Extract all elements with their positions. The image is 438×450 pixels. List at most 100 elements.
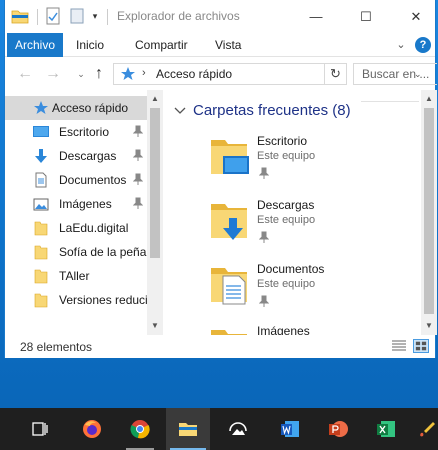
refresh-button[interactable]: ↻	[325, 63, 347, 85]
word-button[interactable]	[268, 408, 312, 450]
sidebar-item-escritorio[interactable]: Escritorio	[5, 120, 147, 144]
toolbar-divider	[37, 9, 38, 25]
sidebar-item-label: Imágenes	[59, 197, 112, 211]
sidebar-item-label: Versiones reduci	[59, 293, 148, 307]
sidebar-item-sofia-de-la-pena[interactable]: Sofía de la peña	[5, 240, 147, 264]
group-title: Carpetas frecuentes (8)	[193, 102, 351, 119]
tab-compartir[interactable]: Compartir	[129, 33, 194, 57]
back-button[interactable]: ←	[15, 64, 35, 84]
tile-name: Documentos	[257, 262, 325, 276]
file-explorer-button[interactable]	[166, 408, 210, 450]
search-input[interactable]: Buscar en ...	[353, 63, 437, 85]
item-count: 28 elementos	[20, 340, 93, 354]
sidebar-item-label: LaEdu.digital	[59, 221, 129, 235]
sidebar-item-acceso-rapido[interactable]: Acceso rápido	[5, 96, 147, 120]
sidebar-item-label: Escritorio	[59, 125, 110, 139]
chrome-icon	[130, 420, 150, 439]
breadcrumb-chevron[interactable]: ›	[142, 67, 146, 79]
window-title: Explorador de archivos	[117, 9, 240, 23]
word-icon	[281, 421, 299, 437]
expand-ribbon-icon[interactable]: ⌄	[393, 37, 409, 53]
task-view-button[interactable]	[18, 408, 62, 450]
forward-button[interactable]: →	[43, 64, 63, 84]
address-bar[interactable]: › Acceso rápido ⌄	[113, 63, 422, 85]
sidebar-item-versiones-reducidas[interactable]: Versiones reduci	[5, 288, 148, 312]
pin-icon[interactable]	[259, 231, 269, 243]
content-scrollbar[interactable]: ▲ ▼	[421, 90, 437, 335]
chevron-down-icon[interactable]	[173, 104, 187, 118]
navigation-pane-scrollbar[interactable]: ▲ ▼	[147, 90, 163, 335]
group-divider	[361, 101, 419, 102]
pictures-icon	[33, 198, 49, 211]
photos-button[interactable]	[216, 408, 260, 450]
sidebar-item-imagenes[interactable]: Imágenes	[5, 192, 147, 216]
new-folder-icon[interactable]	[69, 7, 85, 25]
firefox-button[interactable]	[70, 408, 114, 450]
excel-icon	[377, 421, 395, 437]
pictures-folder-icon	[211, 330, 247, 335]
details-view-icon[interactable]	[391, 339, 407, 353]
sidebar-item-descargas[interactable]: Descargas	[5, 144, 147, 168]
pin-icon[interactable]	[133, 197, 143, 209]
sidebar-item-taller[interactable]: TAller	[5, 264, 147, 288]
breadcrumb[interactable]: Acceso rápido	[156, 67, 232, 81]
pin-icon[interactable]	[133, 173, 143, 185]
folder-tile-descargas[interactable]: Descargas Este equipo	[205, 198, 405, 256]
star-icon	[34, 101, 48, 114]
help-icon[interactable]: ?	[415, 37, 431, 53]
scroll-up-arrow-icon[interactable]: ▲	[147, 92, 163, 106]
scrollbar-thumb[interactable]	[424, 108, 434, 314]
star-icon	[121, 67, 135, 80]
folder-icon	[34, 293, 48, 308]
sidebar-item-label: Sofía de la peña	[59, 245, 147, 259]
content-pane: Carpetas frecuentes (8) Escritorio Este …	[165, 90, 437, 335]
scroll-down-arrow-icon[interactable]: ▼	[147, 319, 163, 333]
pin-icon[interactable]	[133, 125, 143, 137]
scrollbar-thumb[interactable]	[150, 108, 160, 258]
tab-archivo[interactable]: Archivo	[7, 33, 64, 57]
excel-button[interactable]	[364, 408, 408, 450]
tile-location: Este equipo	[257, 214, 316, 226]
pin-icon[interactable]	[259, 167, 269, 179]
powerpoint-button[interactable]	[316, 408, 360, 450]
scroll-up-arrow-icon[interactable]: ▲	[421, 92, 437, 106]
tab-vista[interactable]: Vista	[209, 33, 247, 57]
sidebar-item-label: TAller	[59, 269, 90, 283]
toolbar-divider	[107, 9, 108, 25]
powerpoint-icon	[329, 421, 348, 437]
tile-name: Escritorio	[257, 134, 308, 148]
paint-button[interactable]	[414, 408, 438, 450]
folder-tile-imagenes[interactable]: Imágenes	[205, 324, 405, 335]
title-bar: ▾ Explorador de archivos — ☐ ✕	[5, 0, 435, 33]
folder-tile-escritorio[interactable]: Escritorio Este equipo	[205, 134, 405, 192]
folder-tile-documentos[interactable]: Documentos Este equipo	[205, 262, 405, 320]
up-button[interactable]: ↑	[89, 64, 109, 84]
documents-icon	[35, 172, 47, 188]
minimize-button[interactable]: —	[293, 0, 339, 33]
tab-inicio[interactable]: Inicio	[70, 33, 110, 57]
desktop-folder-icon	[211, 140, 249, 174]
desktop-icon	[33, 126, 49, 137]
taskbar	[0, 408, 438, 450]
close-button[interactable]: ✕	[393, 0, 438, 33]
properties-icon[interactable]	[45, 7, 61, 25]
scroll-down-arrow-icon[interactable]: ▼	[421, 319, 437, 333]
pin-icon[interactable]	[133, 149, 143, 161]
tiles-view-icon[interactable]	[413, 339, 429, 353]
navigation-pane: Acceso rápido Escritorio Descargas Docum…	[5, 90, 163, 335]
documents-folder-icon	[211, 268, 247, 305]
paint-icon	[420, 422, 435, 437]
maximize-button[interactable]: ☐	[343, 0, 389, 33]
ribbon: Archivo Inicio Compartir Vista ⌄ ?	[5, 33, 435, 57]
sidebar-item-laedu-digital[interactable]: LaEdu.digital	[5, 216, 147, 240]
sidebar-item-label: Acceso rápido	[52, 101, 129, 115]
folder-icon[interactable]	[11, 7, 29, 25]
chrome-button[interactable]	[118, 408, 162, 450]
address-bar-row: ← → ⌄ ↑ › Acceso rápido ⌄ ↻ Buscar en ..…	[5, 58, 437, 90]
pin-icon[interactable]	[259, 295, 269, 307]
sidebar-item-documentos[interactable]: Documentos	[5, 168, 147, 192]
recent-locations-button[interactable]: ⌄	[71, 64, 91, 84]
customize-dropdown-icon[interactable]: ▾	[89, 7, 101, 25]
file-explorer-icon	[179, 423, 197, 436]
firefox-icon	[83, 420, 101, 438]
